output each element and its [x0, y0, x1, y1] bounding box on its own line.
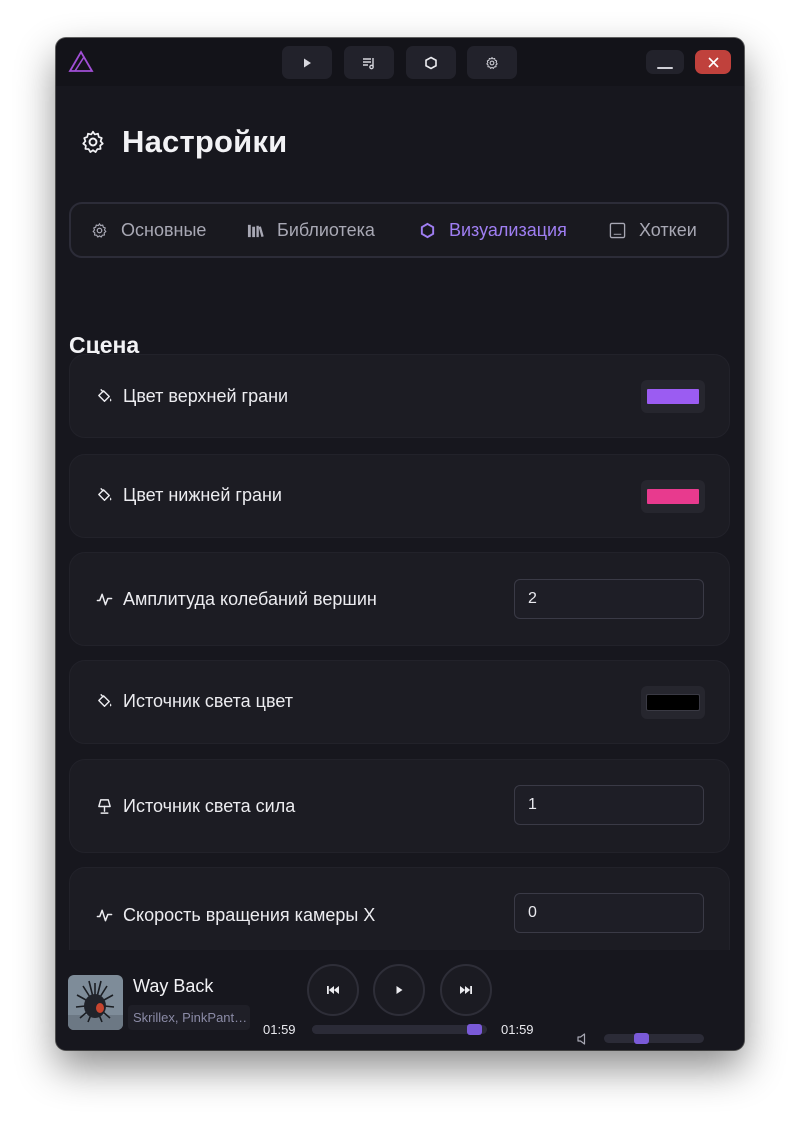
- play-icon: [304, 58, 311, 67]
- color-swatch: [647, 389, 699, 404]
- minimize-button[interactable]: [646, 50, 684, 74]
- setting-label-wrap: Источник света цвет: [96, 691, 293, 712]
- track-title: Way Back: [133, 976, 214, 996]
- nav-settings-button[interactable]: [467, 46, 517, 79]
- keyboard-icon: [609, 222, 626, 238]
- gear-icon: [82, 130, 104, 153]
- play-button[interactable]: [373, 964, 425, 1016]
- setting-label-wrap: Цвет нижней грани: [96, 485, 282, 506]
- paint-bucket-icon: [98, 487, 112, 501]
- gear-icon: [486, 56, 498, 69]
- setting-light-color: Источник света цвет: [69, 660, 730, 744]
- close-button[interactable]: [695, 50, 731, 74]
- nav-visualization-button[interactable]: [406, 46, 456, 79]
- hexagon-icon: [420, 222, 435, 238]
- wave-icon: [96, 593, 113, 606]
- previous-icon: [327, 986, 339, 994]
- settings-list[interactable]: Цвет верхней грани Цвет нижней грани Амп…: [69, 354, 730, 954]
- album-art-image: [68, 975, 123, 1030]
- next-icon: [460, 986, 472, 994]
- time-elapsed: 01:59: [263, 1022, 296, 1037]
- setting-vertex-amplitude: Амплитуда колебаний вершин 2: [69, 552, 730, 646]
- setting-top-face-color: Цвет верхней грани: [69, 354, 730, 438]
- gear-icon: [92, 222, 107, 238]
- volume-icon[interactable]: [576, 1032, 590, 1046]
- time-total: 01:59: [501, 1022, 534, 1037]
- previous-button[interactable]: [307, 964, 359, 1016]
- app-window: Настройки Основные Библиотека Визуализац…: [56, 38, 744, 1050]
- tab-label: Библиотека: [277, 219, 375, 240]
- lamp-icon: [98, 799, 111, 814]
- play-icon: [396, 986, 403, 994]
- album-cover[interactable]: [68, 975, 123, 1030]
- track-artist[interactable]: Skrillex, PinkPant…: [128, 1005, 250, 1030]
- hexagon-icon: [425, 56, 437, 69]
- player-bar: Way Back Skrillex, PinkPant… 01:59 01:59: [56, 950, 744, 1050]
- amplitude-input[interactable]: 2: [514, 579, 704, 619]
- close-icon: [707, 56, 719, 68]
- nav-playlist-button[interactable]: [344, 46, 394, 79]
- volume-slider[interactable]: [604, 1033, 704, 1044]
- setting-label: Цвет нижней грани: [123, 485, 282, 505]
- tab-library[interactable]: Библиотека: [247, 204, 375, 256]
- color-picker[interactable]: [641, 380, 705, 413]
- logo-icon: [68, 50, 94, 72]
- tab-label: Основные: [121, 219, 207, 240]
- camera-rotation-x-input[interactable]: 0: [514, 893, 704, 933]
- setting-label-wrap: Скорость вращения камеры X: [96, 905, 375, 926]
- volume-thumb[interactable]: [634, 1033, 650, 1044]
- progress-bar[interactable]: [312, 1024, 487, 1035]
- nav-player-button[interactable]: [282, 46, 332, 79]
- tab-hotkeys[interactable]: Хоткеи: [609, 204, 697, 256]
- color-swatch: [647, 489, 699, 504]
- setting-label: Источник света сила: [123, 796, 296, 816]
- paint-bucket-icon: [98, 693, 112, 707]
- setting-label: Амплитуда колебаний вершин: [123, 589, 377, 609]
- setting-label-wrap: Амплитуда колебаний вершин: [96, 589, 377, 610]
- next-button[interactable]: [440, 964, 492, 1016]
- playlist-icon: [363, 57, 374, 69]
- setting-label-wrap: Цвет верхней грани: [96, 386, 288, 407]
- page-title: Настройки: [122, 124, 288, 159]
- page-header: Настройки: [80, 124, 287, 160]
- setting-label-wrap: Источник света сила: [96, 796, 295, 817]
- color-swatch: [646, 694, 700, 711]
- titlebar[interactable]: [56, 38, 744, 86]
- setting-label: Источник света цвет: [123, 691, 293, 711]
- progress-fill: [312, 1025, 482, 1034]
- settings-tabs: Основные Библиотека Визуализация Хоткеи: [69, 202, 729, 258]
- wave-icon: [96, 909, 113, 922]
- tab-label: Визуализация: [449, 219, 567, 240]
- setting-camera-rotation-x: Скорость вращения камеры X 0: [69, 867, 730, 954]
- setting-light-intensity: Источник света сила 1: [69, 759, 730, 853]
- setting-bottom-face-color: Цвет нижней грани: [69, 454, 730, 538]
- setting-label: Цвет верхней грани: [123, 386, 289, 406]
- progress-thumb[interactable]: [467, 1024, 483, 1035]
- setting-label: Скорость вращения камеры X: [123, 905, 376, 925]
- tab-label: Хоткеи: [639, 219, 697, 240]
- tab-visualization[interactable]: Визуализация: [419, 204, 567, 256]
- color-picker[interactable]: [641, 686, 705, 719]
- library-icon: [247, 224, 264, 237]
- color-picker[interactable]: [641, 480, 705, 513]
- tab-general[interactable]: Основные: [91, 204, 206, 256]
- paint-bucket-icon: [98, 388, 112, 402]
- light-intensity-input[interactable]: 1: [514, 785, 704, 825]
